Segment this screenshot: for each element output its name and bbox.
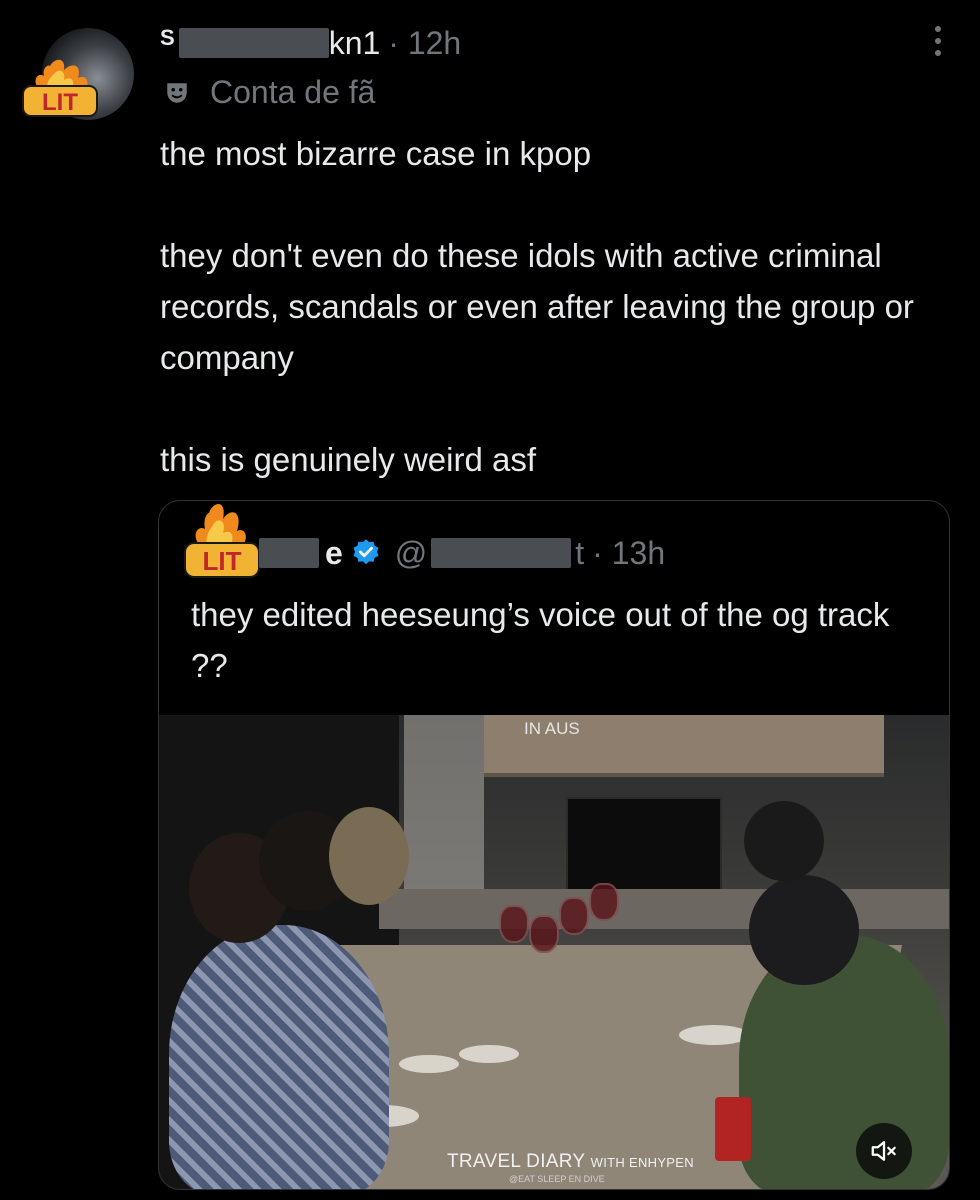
video-caption: TRAVEL DIARY WITH ENHYPEN (447, 1151, 694, 1172)
more-dots-icon[interactable] (932, 26, 944, 66)
soda-can (715, 1097, 751, 1161)
author-name[interactable]: S (160, 25, 175, 51)
tweet-time[interactable]: · 12h (388, 25, 461, 62)
video-top-label: IN AUS (524, 719, 580, 738)
quote-author-name[interactable]: e (325, 535, 343, 572)
person-head (749, 875, 859, 985)
tweet-line: this is genuinely weird asf (160, 441, 537, 478)
lit-badge-text: LIT (203, 546, 242, 576)
video-watermark: @EAT SLEEP EN DIVE (509, 1174, 605, 1184)
quoted-tweet-card[interactable]: LIT e @ t · 13h they edited heeseung’s v… (158, 500, 950, 1190)
mute-button[interactable] (856, 1123, 912, 1179)
quote-time[interactable]: · 13h (592, 535, 665, 572)
lit-fire-icon: LIT (22, 59, 98, 117)
quote-handle[interactable]: t (575, 535, 584, 572)
speaker-muted-icon (871, 1141, 896, 1161)
quote-text: they edited heeseung’s voice out of the … (191, 596, 890, 684)
tweet-text: the most bizarre case in kpop they don't… (160, 128, 940, 485)
quote-header: e @ t · 13h (259, 531, 665, 575)
video-player[interactable]: IN AUS TRAVEL DIARY WITH ENHYPEN @EAT SL… (159, 715, 949, 1189)
tv-screen (566, 797, 722, 899)
lit-badge-text: LIT (42, 89, 78, 116)
person (169, 925, 389, 1189)
quote-at-sign: @ (394, 534, 428, 571)
verified-badge-icon (353, 539, 379, 565)
fan-account-text: Conta de fã (210, 74, 376, 110)
lit-fire-icon: LIT (184, 503, 260, 578)
author-avatar[interactable]: LIT (20, 18, 134, 128)
person-head (744, 801, 824, 881)
tweet-line: the most bizarre case in kpop (160, 135, 592, 172)
redaction-bar (431, 538, 572, 568)
tweet-header: S kn1 · 12h (160, 18, 461, 68)
author-handle[interactable]: kn1 (329, 25, 381, 62)
person-head (329, 807, 409, 905)
redaction-bar (259, 538, 319, 568)
theater-mask-icon (167, 82, 187, 103)
tweet-line: they don't even do these idols with acti… (160, 237, 914, 376)
fan-account-label: Conta de fã (164, 74, 375, 111)
redaction-bar (178, 28, 329, 58)
